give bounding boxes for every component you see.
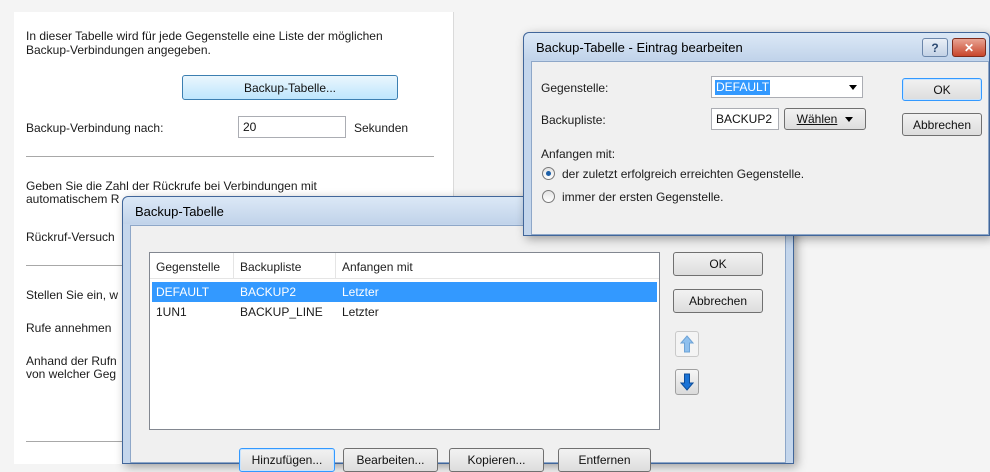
divider: [26, 156, 434, 157]
backup-list-input[interactable]: [711, 108, 779, 130]
ok-button[interactable]: OK: [902, 78, 982, 101]
add-button[interactable]: Hinzufügen...: [239, 448, 335, 472]
dialog-body: Gegenstelle: DEFAULT Backupliste: Wählen…: [531, 61, 989, 235]
list-header: Gegenstelle Backupliste Anfangen mit: [150, 253, 659, 279]
cell-peer: DEFAULT: [156, 285, 210, 299]
peer-label: Gegenstelle:: [541, 81, 609, 95]
backup-after-input[interactable]: [238, 116, 346, 138]
column-header-start-with[interactable]: Anfangen mit: [336, 253, 659, 279]
radio-always-first-label[interactable]: immer der ersten Gegenstelle.: [562, 191, 723, 204]
table-row[interactable]: 1UN1 BACKUP_LINE Letzter: [152, 302, 657, 322]
dialog-title: Backup-Tabelle - Eintrag bearbeiten: [524, 33, 989, 60]
column-header-peer[interactable]: Gegenstelle: [150, 253, 234, 279]
table-row[interactable]: DEFAULT BACKUP2 Letzter: [152, 282, 657, 302]
cell-peer: 1UN1: [156, 305, 187, 319]
close-icon[interactable]: ✕: [952, 38, 986, 57]
cancel-button[interactable]: Abbrechen: [902, 113, 982, 136]
peer-value: DEFAULT: [715, 80, 771, 95]
backup-table-list[interactable]: Gegenstelle Backupliste Anfangen mit DEF…: [149, 252, 660, 430]
backup-after-label: Backup-Verbindung nach:: [26, 121, 164, 135]
callback-attempts-label: Rückruf-Versuch: [26, 230, 115, 244]
start-with-label: Anfangen mit:: [541, 147, 616, 161]
backup-table-dialog: Backup-Tabelle Gegenstelle Backupliste A…: [122, 196, 794, 472]
accept-calls-label: Rufe annehmen: [26, 321, 112, 335]
peer-select[interactable]: DEFAULT: [711, 76, 863, 98]
based-on-text-line2: von welcher Geg: [26, 367, 117, 381]
backup-after-unit: Sekunden: [354, 121, 409, 135]
callback-text-line2: automatischem R: [26, 192, 120, 206]
remove-button[interactable]: Entfernen: [558, 448, 651, 472]
choose-button[interactable]: Wählen: [784, 108, 866, 130]
intro-text-line2: Backup-Verbindungen angegeben.: [26, 43, 211, 57]
radio-always-first[interactable]: [542, 190, 555, 203]
intro-text-line1: In dieser Tabelle wird für jede Gegenste…: [26, 29, 383, 43]
dialog-body: Gegenstelle Backupliste Anfangen mit DEF…: [130, 225, 786, 472]
cell-start-with: Letzter: [342, 305, 379, 319]
chevron-down-icon: [845, 116, 854, 122]
help-icon[interactable]: ?: [922, 38, 948, 57]
move-up-button[interactable]: [675, 331, 699, 357]
set-label: Stellen Sie ein, w: [26, 288, 119, 302]
move-down-button[interactable]: [675, 369, 699, 395]
cell-backup-list: BACKUP_LINE: [240, 305, 323, 319]
ok-button[interactable]: OK: [673, 252, 763, 276]
choose-button-label: Wählen: [796, 112, 838, 126]
backup-list-label: Backupliste:: [541, 113, 606, 127]
arrow-up-icon: [680, 335, 694, 353]
cell-start-with: Letzter: [342, 285, 379, 299]
chevron-down-icon: [849, 85, 857, 90]
radio-last-reached-label[interactable]: der zuletzt erfolgreich erreichten Gegen…: [562, 168, 804, 181]
column-header-backup-list[interactable]: Backupliste: [234, 253, 336, 279]
backup-table-button[interactable]: Backup-Tabelle...: [182, 75, 398, 100]
cell-backup-list: BACKUP2: [240, 285, 297, 299]
cancel-button[interactable]: Abbrechen: [673, 289, 763, 313]
copy-button[interactable]: Kopieren...: [449, 448, 544, 472]
edit-entry-dialog: Backup-Tabelle - Eintrag bearbeiten ? ✕ …: [523, 32, 990, 236]
edit-button[interactable]: Bearbeiten...: [343, 448, 438, 472]
arrow-down-icon: [680, 373, 694, 391]
radio-last-reached[interactable]: [542, 167, 555, 180]
